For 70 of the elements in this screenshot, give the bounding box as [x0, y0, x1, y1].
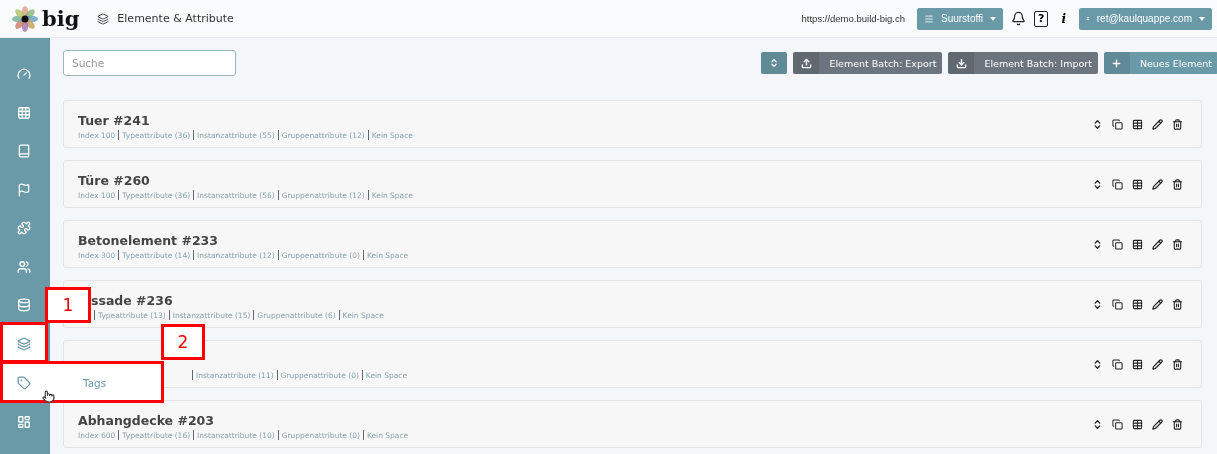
delete-icon[interactable]	[1172, 358, 1183, 370]
element-title: Türe #260	[78, 173, 151, 188]
flag-icon	[17, 182, 31, 197]
delete-icon[interactable]	[1172, 298, 1183, 310]
flower-logo-icon	[12, 5, 38, 32]
info-button[interactable]: i	[1056, 11, 1071, 26]
sort-icon[interactable]	[1092, 358, 1103, 370]
layers-icon	[17, 336, 31, 351]
sort-icon[interactable]	[1092, 178, 1103, 190]
dashboard-icon	[17, 415, 31, 430]
flyout-label: Tags	[83, 377, 107, 389]
gauge-icon	[17, 67, 31, 82]
element-title: Abhangdecke #203	[78, 413, 215, 428]
element-title: ssade #236	[91, 293, 174, 308]
tag-icon	[17, 376, 31, 390]
sort-icon[interactable]	[1092, 238, 1103, 250]
delete-icon[interactable]	[1172, 418, 1183, 430]
edit-icon[interactable]	[1152, 358, 1163, 370]
download-icon	[955, 57, 967, 69]
upload-icon	[800, 57, 812, 69]
menu-icon	[924, 13, 934, 24]
caret-icon	[1199, 16, 1205, 21]
step-marker: 2	[161, 324, 205, 360]
sort-icon	[769, 58, 780, 68]
copy-icon[interactable]	[1112, 298, 1123, 310]
table-icon[interactable]	[1132, 358, 1143, 370]
table-icon[interactable]	[1132, 178, 1143, 190]
table-icon[interactable]	[1132, 418, 1143, 430]
table-icon[interactable]	[1132, 238, 1143, 250]
table-icon[interactable]	[1132, 118, 1143, 130]
book-icon	[17, 144, 31, 159]
plus-icon	[1111, 57, 1123, 69]
edit-icon[interactable]	[1152, 118, 1163, 130]
element-title: Betonelement #233	[78, 233, 219, 248]
puzzle-icon	[17, 221, 31, 236]
copy-icon[interactable]	[1112, 118, 1123, 130]
import-button[interactable]: Element Batch: Import	[948, 52, 1098, 74]
copy-icon[interactable]	[1112, 178, 1123, 190]
bell-icon[interactable]	[1011, 11, 1027, 26]
layers-icon	[97, 12, 110, 25]
users-icon	[17, 259, 31, 274]
new-element-button[interactable]: Neues Element	[1103, 52, 1217, 74]
caret-icon	[990, 16, 997, 21]
user-dropdown[interactable]: ret@kaulquappe.com	[1079, 7, 1212, 30]
database-icon	[17, 298, 31, 313]
sort-icon[interactable]	[1092, 418, 1103, 430]
page-title: Elemente & Attribute	[117, 12, 234, 25]
table-icon[interactable]	[1132, 298, 1143, 310]
element-title: Tuer #241	[78, 113, 151, 128]
project-dropdown[interactable]: Suurstoffi	[917, 7, 1004, 30]
edit-icon[interactable]	[1152, 418, 1163, 430]
url-text: https://demo.build-big.ch	[801, 13, 906, 24]
copy-icon[interactable]	[1112, 358, 1123, 370]
copy-icon[interactable]	[1112, 238, 1123, 250]
sort-icon[interactable]	[1092, 298, 1103, 310]
hand-cursor-icon	[42, 390, 55, 403]
search-field[interactable]: Suche	[63, 50, 236, 76]
delete-icon[interactable]	[1172, 178, 1183, 190]
delete-icon[interactable]	[1172, 118, 1183, 130]
step-marker: 1	[45, 287, 91, 323]
edit-icon[interactable]	[1152, 298, 1163, 310]
help-button[interactable]: ?	[1034, 10, 1049, 27]
app-logo-text: big	[42, 6, 80, 31]
edit-icon[interactable]	[1152, 238, 1163, 250]
copy-icon[interactable]	[1112, 418, 1123, 430]
sort-icon[interactable]	[1092, 118, 1103, 130]
edit-icon[interactable]	[1152, 178, 1163, 190]
export-button[interactable]: Element Batch: Export	[793, 52, 943, 74]
grid-icon	[17, 105, 31, 120]
delete-icon[interactable]	[1172, 238, 1183, 250]
